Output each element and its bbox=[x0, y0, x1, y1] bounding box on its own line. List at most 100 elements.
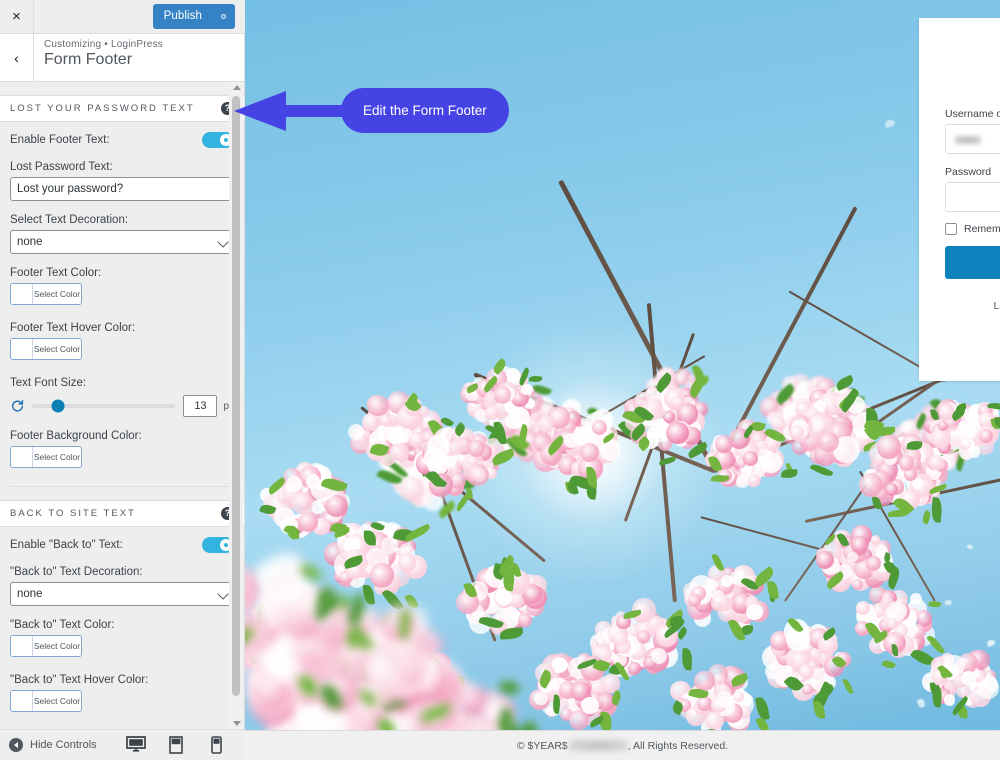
section-body-lost-your-password-text: Enable Footer Text: Lost Password Text: … bbox=[0, 122, 244, 487]
control-back-to-text-decoration: "Back to" Text Decoration: none bbox=[10, 566, 234, 606]
lost-password-link[interactable]: Lost your password? bbox=[945, 300, 1000, 312]
back-to-decoration-select[interactable]: none bbox=[10, 582, 234, 606]
copyright-prefix: © $YEAR$ bbox=[516, 739, 568, 752]
control-label: Text Font Size: bbox=[10, 377, 87, 389]
section-header-back-to-site-text[interactable]: BACK TO SITE TEXT ? bbox=[0, 500, 244, 527]
back-to-decoration-select-wrap: none bbox=[10, 582, 234, 606]
remember-me-row[interactable]: Remember Me bbox=[945, 223, 1000, 235]
device-preview-switcher bbox=[125, 733, 245, 757]
section-title: LOST YOUR PASSWORD TEXT bbox=[10, 103, 195, 114]
back-button[interactable]: ‹ bbox=[0, 34, 34, 81]
customizer-topbar: × Publish bbox=[0, 0, 245, 34]
password-input[interactable] bbox=[945, 182, 1000, 212]
control-footer-background-color: Footer Background Color: Select Color bbox=[10, 430, 234, 472]
login-form-card: Username or Email Address Password Remem… bbox=[919, 18, 1000, 381]
customizer-controls-scroll: LOST YOUR PASSWORD TEXT ? Enable Footer … bbox=[0, 82, 244, 729]
section-header-lost-your-password-text[interactable]: LOST YOUR PASSWORD TEXT ? bbox=[0, 95, 244, 122]
select-color-label: Select Color bbox=[33, 289, 81, 299]
username-input[interactable] bbox=[945, 124, 1000, 154]
color-swatch bbox=[11, 284, 33, 304]
color-swatch bbox=[11, 691, 33, 711]
control-text-font-size: Text Font Size: px bbox=[10, 377, 234, 417]
remember-me-label: Remember Me bbox=[964, 223, 1000, 235]
close-customizer-button[interactable]: × bbox=[0, 0, 34, 33]
color-swatch bbox=[11, 339, 33, 359]
section-body-back-to-site-text: Enable "Back to" Text: "Back to" Text De… bbox=[0, 527, 244, 729]
panel-gap bbox=[0, 82, 244, 95]
control-label: "Back to" Text Decoration: bbox=[10, 566, 143, 578]
control-footer-text-color: Footer Text Color: Select Color bbox=[10, 267, 234, 309]
breadcrumb-panel: LoginPress bbox=[110, 39, 163, 50]
control-enable-footer-text: Enable Footer Text: bbox=[10, 132, 234, 148]
tablet-icon[interactable] bbox=[165, 733, 187, 757]
copyright-text: © $YEAR$ , All Rights Reserved. bbox=[516, 739, 729, 752]
password-label: Password bbox=[945, 166, 992, 178]
annotation-label: Edit the Form Footer bbox=[341, 88, 509, 133]
scrollbar-thumb[interactable] bbox=[232, 96, 240, 696]
hide-controls-label: Hide Controls bbox=[30, 739, 97, 751]
control-footer-text-hover-color: Footer Text Hover Color: Select Color bbox=[10, 322, 234, 364]
back-to-site-link[interactable]: ← Go to bbox=[945, 324, 1000, 336]
annotation-callout: Edit the Form Footer bbox=[230, 85, 530, 137]
control-label: "Back to" Text Hover Color: bbox=[10, 674, 149, 686]
customizer-footer-bar: Hide Controls bbox=[0, 729, 245, 760]
remember-me-checkbox[interactable] bbox=[945, 223, 957, 235]
control-label: Enable Footer Text: bbox=[10, 134, 110, 146]
color-swatch bbox=[11, 636, 33, 656]
control-label: Lost Password Text: bbox=[10, 161, 113, 173]
control-label: Footer Text Hover Color: bbox=[10, 322, 136, 334]
triangle-left bbox=[13, 742, 18, 748]
control-back-to-text-hover-color: "Back to" Text Hover Color: Select Color bbox=[10, 674, 234, 716]
desktop-icon[interactable] bbox=[125, 733, 147, 757]
control-label: "Back to" Text Color: bbox=[10, 619, 115, 631]
control-label: Select Text Decoration: bbox=[10, 214, 129, 226]
footer-background-color-picker[interactable]: Select Color bbox=[10, 446, 82, 468]
select-color-label: Select Color bbox=[33, 452, 81, 462]
font-size-input[interactable] bbox=[183, 395, 218, 417]
gear-icon[interactable] bbox=[211, 4, 235, 29]
select-color-label: Select Color bbox=[33, 696, 81, 706]
customizer-header: ‹ Customizing • LoginPress Form Footer bbox=[0, 34, 244, 82]
slider-thumb[interactable] bbox=[51, 399, 65, 413]
font-size-slider[interactable] bbox=[32, 399, 176, 413]
reset-icon[interactable] bbox=[10, 398, 26, 414]
control-enable-back-to-text: Enable "Back to" Text: bbox=[10, 537, 234, 553]
control-label: Footer Background Color: bbox=[10, 430, 142, 442]
log-in-button[interactable]: Log In bbox=[945, 246, 1000, 279]
collapse-icon bbox=[9, 738, 23, 752]
back-to-text-hover-color-picker[interactable]: Select Color bbox=[10, 690, 82, 712]
font-size-slider-row: px bbox=[10, 395, 234, 417]
wordpress-logo-icon bbox=[945, 18, 1000, 96]
control-label: Footer Text Color: bbox=[10, 267, 102, 279]
preview-footer-bar: © $YEAR$ , All Rights Reserved. bbox=[245, 730, 1000, 760]
footer-site-name-redacted bbox=[568, 739, 627, 751]
control-lost-password-text: Lost Password Text: bbox=[10, 161, 234, 201]
select-color-label: Select Color bbox=[33, 344, 81, 354]
customizer-screen: Username or Email Address Password Remem… bbox=[0, 0, 1000, 760]
control-label: Enable "Back to" Text: bbox=[10, 539, 123, 551]
breadcrumb-separator: • bbox=[104, 39, 108, 50]
control-select-text-decoration: Select Text Decoration: none bbox=[10, 214, 234, 254]
color-swatch bbox=[11, 447, 33, 467]
publish-button[interactable]: Publish bbox=[153, 4, 211, 29]
scroll-down-arrow-icon[interactable] bbox=[233, 721, 241, 726]
publish-button-group[interactable]: Publish bbox=[152, 4, 235, 29]
back-to-text-color-picker[interactable]: Select Color bbox=[10, 635, 82, 657]
mobile-icon[interactable] bbox=[205, 733, 227, 757]
lost-password-text-input[interactable] bbox=[10, 177, 234, 201]
text-decoration-select-wrap: none bbox=[10, 230, 234, 254]
section-title: BACK TO SITE TEXT bbox=[10, 508, 136, 519]
customizer-panel: × Publish ‹ Customizing • LoginPress Form … bbox=[0, 0, 245, 760]
username-value-redacted bbox=[955, 136, 981, 144]
footer-text-hover-color-picker[interactable]: Select Color bbox=[10, 338, 82, 360]
breadcrumb: Customizing • LoginPress Form Footer bbox=[34, 34, 163, 81]
copyright-suffix: , All Rights Reserved. bbox=[627, 739, 729, 752]
footer-text-color-picker[interactable]: Select Color bbox=[10, 283, 82, 305]
customizer-scrollbar[interactable] bbox=[229, 82, 243, 729]
breadcrumb-root: Customizing bbox=[44, 39, 102, 50]
text-decoration-select[interactable]: none bbox=[10, 230, 234, 254]
control-back-to-text-color: "Back to" Text Color: Select Color bbox=[10, 619, 234, 661]
hide-controls-button[interactable]: Hide Controls bbox=[0, 738, 97, 752]
select-color-label: Select Color bbox=[33, 641, 81, 651]
